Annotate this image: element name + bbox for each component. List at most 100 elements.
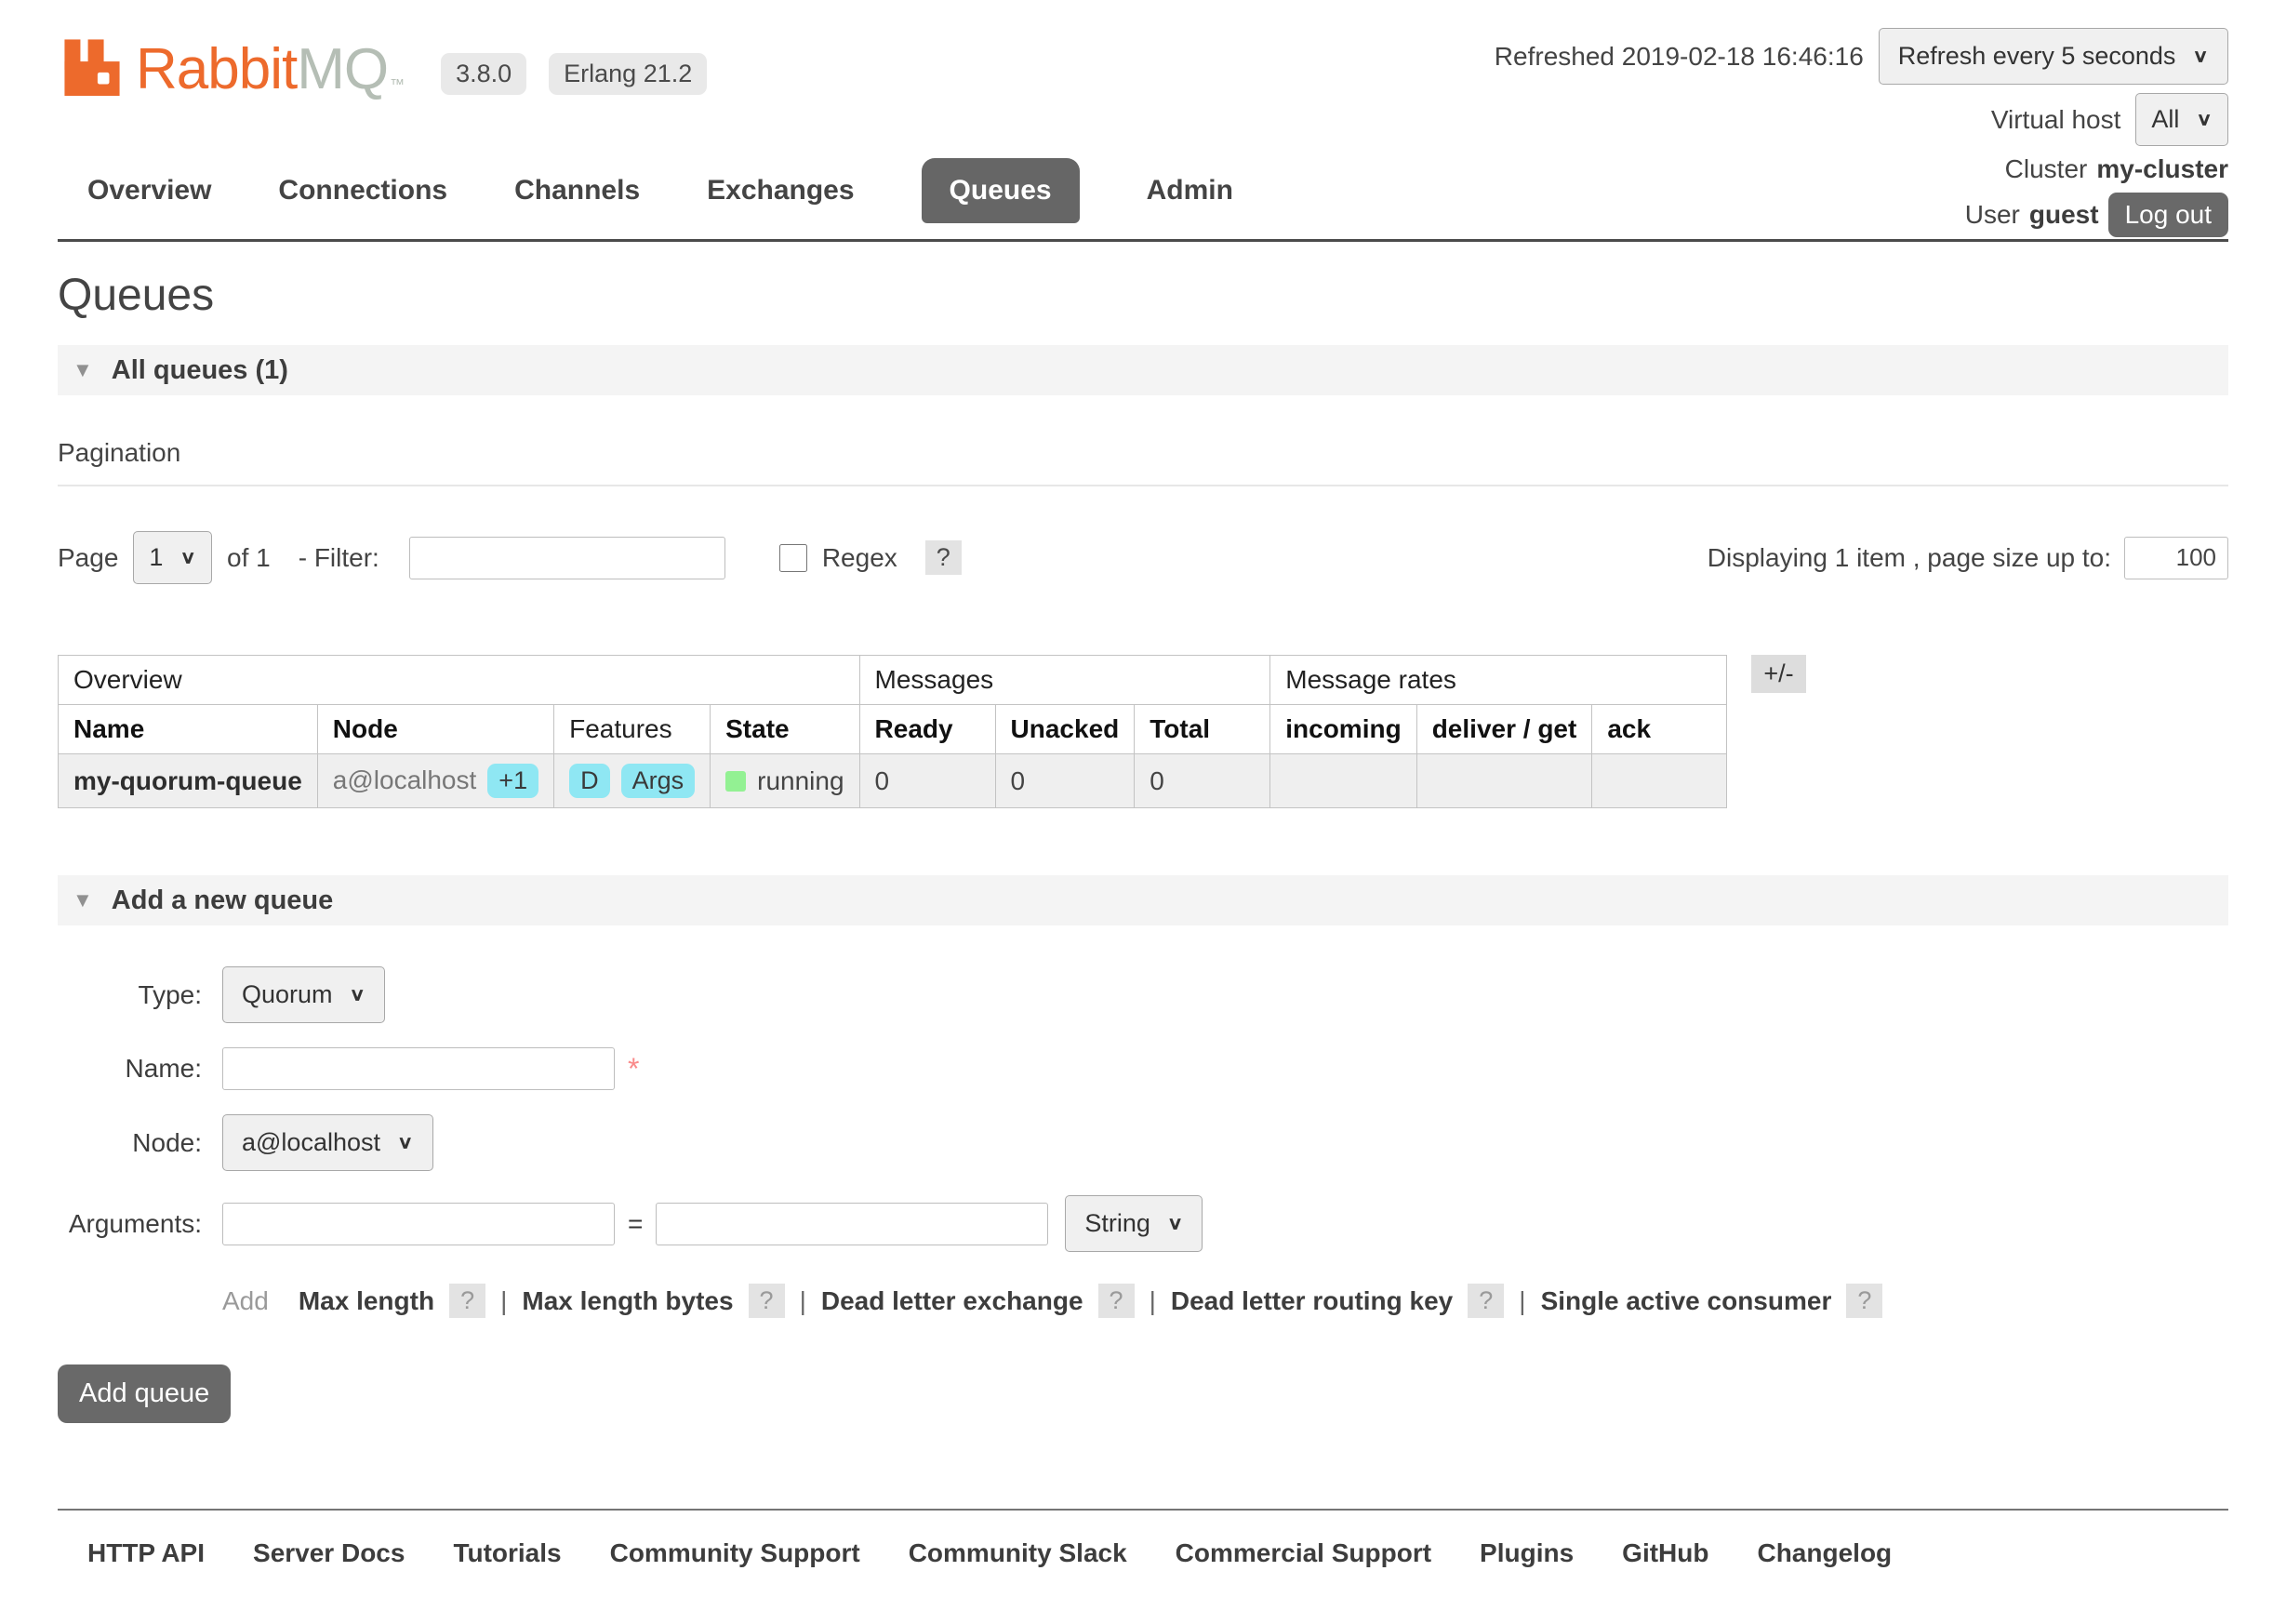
version-badges: 3.8.0 Erlang 21.2: [441, 53, 707, 99]
table-group-overview: Overview: [59, 656, 860, 705]
queue-type-select[interactable]: Quorum ∨: [222, 966, 385, 1023]
queue-name-input[interactable]: [222, 1047, 615, 1090]
chevron-down-icon: ∨: [1167, 1213, 1184, 1234]
footer: HTTP API Server Docs Tutorials Community…: [58, 1509, 2228, 1624]
virtual-host-select[interactable]: All ∨: [2135, 93, 2228, 146]
add-queue-button[interactable]: Add queue: [58, 1364, 231, 1423]
regex-checkbox[interactable]: [779, 544, 807, 572]
header: RabbitMQ™ 3.8.0 Erlang 21.2 Refreshed 20…: [58, 0, 2228, 156]
argument-key-input[interactable]: [222, 1203, 615, 1245]
shortcut-dead-letter-exchange[interactable]: Dead letter exchange: [821, 1286, 1083, 1316]
tab-overview[interactable]: Overview: [87, 158, 211, 223]
dead-letter-routing-key-help-button[interactable]: ?: [1468, 1284, 1504, 1318]
page-count-label: of 1: [227, 543, 271, 573]
table-group-message-rates: Message rates: [1270, 656, 1727, 705]
chevron-down-icon: ∨: [2192, 46, 2209, 67]
footer-link-http-api[interactable]: HTTP API: [87, 1538, 205, 1568]
queue-node: a@localhost: [333, 765, 477, 794]
queue-state: running: [757, 766, 844, 796]
header-right: Refreshed 2019-02-18 16:46:16 Refresh ev…: [1495, 28, 2228, 237]
argument-value-input[interactable]: [656, 1203, 1048, 1245]
type-label: Type:: [58, 980, 202, 1010]
max-length-bytes-help-button[interactable]: ?: [749, 1284, 785, 1318]
footer-link-tutorials[interactable]: Tutorials: [453, 1538, 561, 1568]
column-header-state[interactable]: State: [711, 705, 859, 754]
add-queue-form: Type: Quorum ∨ Name: * Node: a@localhost…: [58, 966, 2228, 1423]
page-title: Queues: [58, 270, 2228, 321]
column-header-ack[interactable]: ack: [1592, 705, 1727, 754]
server-version-badge: 3.8.0: [441, 53, 526, 95]
column-header-total[interactable]: Total: [1135, 705, 1270, 754]
all-queues-section-label: All queues (1): [112, 355, 288, 386]
footer-link-community-support[interactable]: Community Support: [610, 1538, 860, 1568]
column-header-incoming[interactable]: incoming: [1270, 705, 1416, 754]
queue-name-link[interactable]: my-quorum-queue: [73, 766, 302, 795]
column-header-node[interactable]: Node: [317, 705, 553, 754]
queue-total-count: 0: [1135, 754, 1270, 808]
add-argument-link[interactable]: Add: [222, 1286, 269, 1316]
brand-rabbit-text: Rabbit: [136, 41, 297, 99]
tab-admin[interactable]: Admin: [1147, 158, 1233, 223]
feature-durable-badge: D: [569, 764, 610, 798]
page-size-input[interactable]: [2124, 537, 2228, 579]
required-asterisk: *: [628, 1052, 639, 1086]
brand-wordmark: RabbitMQ™: [136, 41, 404, 99]
footer-link-server-docs[interactable]: Server Docs: [253, 1538, 405, 1568]
chevron-down-icon: ∨: [397, 1132, 414, 1153]
brand-mq-text: MQ: [297, 41, 388, 99]
regex-help-button[interactable]: ?: [925, 540, 962, 575]
column-toggle-button[interactable]: +/-: [1751, 655, 1805, 693]
queue-node-select[interactable]: a@localhost ∨: [222, 1114, 433, 1171]
trademark-mark: ™: [390, 78, 404, 99]
max-length-help-button[interactable]: ?: [449, 1284, 485, 1318]
node-more-badge: +1: [487, 764, 538, 798]
footer-link-community-slack[interactable]: Community Slack: [909, 1538, 1127, 1568]
footer-link-commercial-support[interactable]: Commercial Support: [1176, 1538, 1431, 1568]
erlang-version-badge: Erlang 21.2: [549, 53, 707, 95]
cluster-label: Cluster: [2005, 154, 2088, 184]
user-name: guest: [2029, 200, 2099, 230]
tab-connections[interactable]: Connections: [278, 158, 447, 223]
column-header-name[interactable]: Name: [59, 705, 318, 754]
add-queue-section-header[interactable]: ▼ Add a new queue: [58, 875, 2228, 925]
shortcut-max-length[interactable]: Max length: [299, 1286, 434, 1316]
name-label: Name:: [58, 1054, 202, 1084]
column-header-ready[interactable]: Ready: [859, 705, 995, 754]
all-queues-section-header[interactable]: ▼ All queues (1): [58, 345, 2228, 395]
argument-shortcuts: Add Max length ? | Max length bytes ? | …: [222, 1284, 2228, 1318]
refreshed-timestamp: Refreshed 2019-02-18 16:46:16: [1495, 42, 1864, 72]
column-header-unacked[interactable]: Unacked: [995, 705, 1135, 754]
add-queue-section: ▼ Add a new queue Type: Quorum ∨ Name: *…: [58, 875, 2228, 1423]
page-number-select[interactable]: 1 ∨: [133, 531, 212, 584]
footer-link-plugins[interactable]: Plugins: [1480, 1538, 1574, 1568]
footer-link-github[interactable]: GitHub: [1622, 1538, 1708, 1568]
queues-table: Overview Messages Message rates Name Nod…: [58, 655, 1727, 808]
chevron-down-icon: ∨: [179, 547, 196, 568]
shortcut-single-active-consumer[interactable]: Single active consumer: [1541, 1286, 1832, 1316]
footer-link-changelog[interactable]: Changelog: [1757, 1538, 1892, 1568]
user-label: User: [1965, 200, 2020, 230]
single-active-consumer-help-button[interactable]: ?: [1846, 1284, 1882, 1318]
running-state-icon: [725, 771, 746, 792]
argument-type-select[interactable]: String ∨: [1065, 1195, 1203, 1252]
shortcut-dead-letter-routing-key[interactable]: Dead letter routing key: [1171, 1286, 1453, 1316]
tab-exchanges[interactable]: Exchanges: [707, 158, 854, 223]
arguments-label: Arguments:: [58, 1209, 202, 1239]
add-queue-section-label: Add a new queue: [112, 885, 333, 916]
queue-incoming-rate: [1270, 754, 1416, 808]
filter-input[interactable]: [409, 537, 725, 579]
equals-sign: =: [628, 1209, 643, 1239]
logout-button[interactable]: Log out: [2108, 193, 2228, 237]
shortcut-max-length-bytes[interactable]: Max length bytes: [522, 1286, 733, 1316]
table-group-messages: Messages: [859, 656, 1270, 705]
refresh-interval-select[interactable]: Refresh every 5 seconds ∨: [1879, 28, 2228, 85]
tab-channels[interactable]: Channels: [514, 158, 640, 223]
dead-letter-exchange-help-button[interactable]: ?: [1098, 1284, 1135, 1318]
cluster-name: my-cluster: [2096, 154, 2228, 184]
column-header-deliver-get[interactable]: deliver / get: [1416, 705, 1592, 754]
queue-unacked-count: 0: [995, 754, 1135, 808]
pagination-label: Pagination: [58, 438, 2228, 486]
pagination-controls: Page 1 ∨ of 1 - Filter: Regex ? Displayi…: [58, 531, 2228, 584]
tab-queues[interactable]: Queues: [922, 158, 1080, 223]
queue-ack-rate: [1592, 754, 1727, 808]
